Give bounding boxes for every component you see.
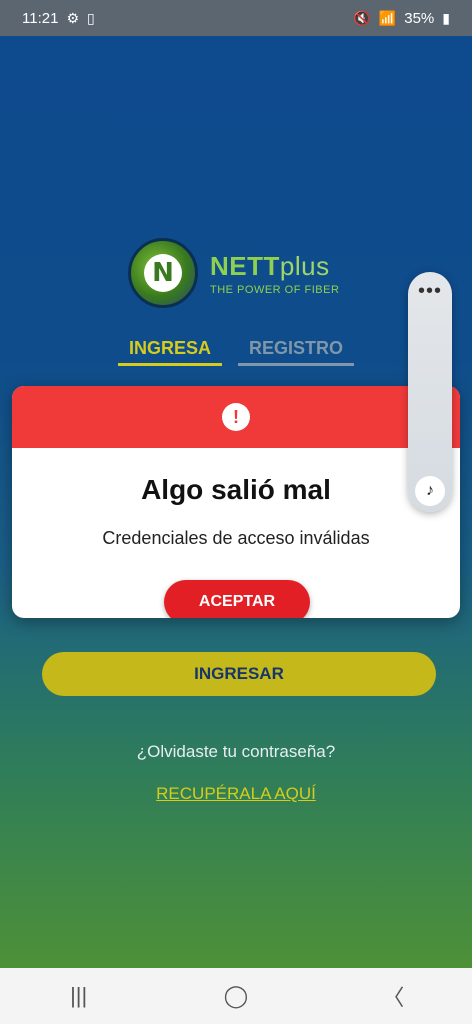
wifi-icon: 📶 [378,9,397,26]
mute-icon: 🔇 [353,9,371,26]
status-bar: 11:21 ⚙ ▯ 🔇 📶 35% ▮ [0,0,472,36]
recents-icon[interactable]: ||| [49,983,109,1009]
logo-text: NETTplus THE POWER OF FIBER [210,251,339,296]
auth-tabs: INGRESA REGISTRO [118,338,354,366]
accept-button[interactable]: ACEPTAR [164,580,310,618]
brand-tagline: THE POWER OF FIBER [210,283,340,296]
sim-icon: ▯ [87,9,95,26]
brand-plus: plus [279,250,330,281]
status-bar-right: 🔇 📶 35% ▮ [353,10,450,27]
tab-registro[interactable]: REGISTRO [238,338,354,366]
logo-mark: N [128,238,198,308]
music-note-icon[interactable]: ♪ [415,476,445,506]
brand-main: NETT [210,250,280,281]
floating-side-panel[interactable]: ••• ♪ [408,272,452,512]
system-nav-bar: ||| ◯ 〈 [0,968,472,1024]
login-button[interactable]: INGRESAR [42,652,436,696]
dialog-header: ! [12,386,460,448]
dialog-message: Credenciales de acceso inválidas [102,528,370,548]
clock: 11:21 [22,9,59,27]
dialog-title: Algo salió mal [141,474,331,505]
recover-password-link[interactable]: RECUPÉRALA AQUÍ [0,784,472,804]
brand-name: NETTplus [210,251,339,282]
gear-icon: ⚙ [66,9,79,26]
back-icon[interactable]: 〈 [363,980,423,1012]
brand-logo: N NETTplus THE POWER OF FIBER [128,238,339,308]
battery-icon: ▮ [442,9,450,26]
battery-percent: 35% [404,9,435,27]
status-bar-left: 11:21 ⚙ ▯ [22,10,95,27]
more-options-icon[interactable]: ••• [408,280,452,303]
tab-ingresa[interactable]: INGRESA [118,338,222,366]
logo-letter: N [144,254,182,292]
error-dialog: ! Algo salió mal Credenciales de acceso … [12,386,460,618]
forgot-password-text: ¿Olvidaste tu contraseña? [136,742,336,761]
home-icon[interactable]: ◯ [206,983,266,1009]
alert-icon: ! [222,403,250,431]
